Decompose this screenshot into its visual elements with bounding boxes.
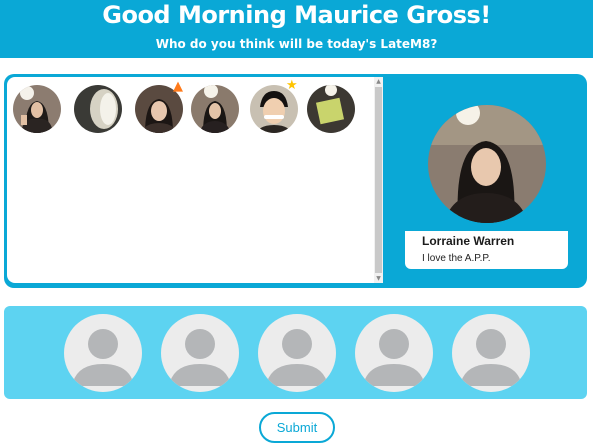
candidate-list-scrollbar[interactable]: ▲ ▼ — [374, 77, 383, 283]
default-user-icon — [460, 329, 522, 386]
candidate-avatar-6[interactable] — [307, 85, 355, 133]
greeting-title: Good Morning Maurice Gross! — [102, 1, 491, 29]
selection-slot-1[interactable] — [64, 314, 142, 392]
default-user-icon — [363, 329, 425, 386]
default-user-icon — [266, 329, 328, 386]
profile-card: Lorraine Warren I love the A.P.P. — [405, 231, 568, 269]
submit-button[interactable]: Submit — [259, 412, 335, 443]
candidate-avatar-2[interactable] — [74, 85, 122, 133]
selection-slot-3[interactable] — [258, 314, 336, 392]
greeting-subtitle: Who do you think will be today's LateM8? — [155, 37, 438, 51]
profile-photo — [428, 105, 546, 223]
candidate-list: ▲ ★ ▲ ▼ — [7, 77, 383, 283]
selection-slot-2[interactable] — [161, 314, 239, 392]
profile-name: Lorraine Warren — [422, 234, 515, 248]
fire-icon: ▲ — [173, 79, 183, 94]
candidate-avatar-4[interactable] — [191, 85, 239, 133]
default-user-icon — [169, 329, 231, 386]
default-user-icon — [72, 329, 134, 386]
star-icon: ★ — [286, 78, 298, 93]
header-banner: Good Morning Maurice Gross! Who do you t… — [0, 0, 593, 58]
selection-slot-4[interactable] — [355, 314, 433, 392]
selection-slot-5[interactable] — [452, 314, 530, 392]
selection-panel — [4, 306, 587, 399]
candidates-panel: ▲ ★ ▲ ▼ Lorraine Warren I love the A.P.P… — [4, 74, 587, 288]
profile-message: I love the A.P.P. — [422, 253, 491, 264]
candidate-avatar-1[interactable] — [13, 85, 61, 133]
scroll-down-icon[interactable]: ▼ — [374, 274, 383, 283]
scroll-thumb[interactable] — [375, 87, 382, 273]
scroll-up-icon[interactable]: ▲ — [374, 77, 383, 86]
